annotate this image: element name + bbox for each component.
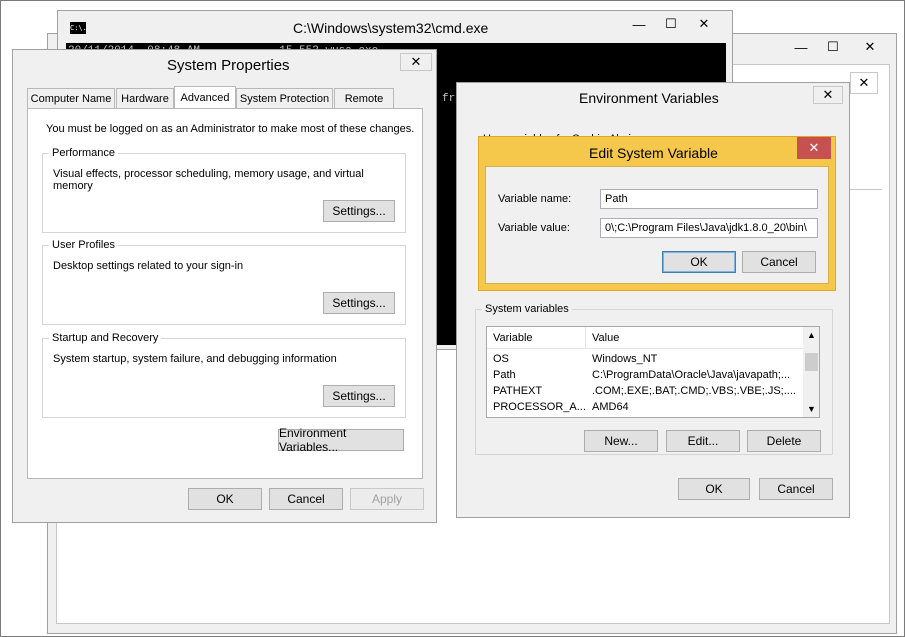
tab-system-protection[interactable]: System Protection — [236, 88, 333, 108]
row-variable: PATHEXT — [493, 385, 543, 397]
performance-settings-button[interactable]: Settings... — [323, 200, 395, 222]
cmd-minimize-icon[interactable]: — — [624, 15, 654, 33]
system-delete-button[interactable]: Delete — [747, 430, 821, 452]
environment-variables-button[interactable]: Environment Variables... — [278, 426, 404, 454]
user-profiles-description: Desktop settings related to your sign-in — [53, 260, 244, 272]
scroll-thumb[interactable] — [805, 353, 818, 371]
tab-hardware[interactable]: Hardware — [116, 88, 174, 108]
row-value: .COM;.EXE;.BAT;.CMD;.VBS;.VBE;.JS;.... — [592, 385, 796, 397]
system-new-button[interactable]: New... — [584, 430, 658, 452]
user-profiles-settings-button[interactable]: Settings... — [323, 292, 395, 314]
background-dialog-close-button[interactable]: ✕ — [850, 72, 878, 94]
background-minimize-icon[interactable]: — — [786, 38, 816, 56]
performance-label: Performance — [49, 146, 118, 160]
tab-remote[interactable]: Remote — [334, 88, 394, 108]
edit-system-variable-body: Variable name: Path Variable value: 0\;C… — [485, 166, 829, 284]
edit-system-variable-title: Edit System Variable — [589, 145, 718, 161]
system-properties-title: System Properties — [167, 57, 290, 74]
table-row[interactable]: PATHEXT .COM;.EXE;.BAT;.CMD;.VBS;.VBE;.J… — [487, 383, 803, 399]
scroll-up-icon[interactable]: ▲ — [803, 327, 819, 343]
environment-variables-cancel-button[interactable]: Cancel — [759, 478, 833, 500]
system-variables-list[interactable]: Variable Value OS Windows_NT Path C:\Pro… — [486, 326, 820, 418]
list-scrollbar[interactable]: ▲ ▼ — [803, 327, 819, 417]
background-close-icon[interactable]: ✕ — [850, 38, 890, 56]
system-edit-button[interactable]: Edit... — [666, 430, 740, 452]
row-variable: Path — [493, 369, 516, 381]
startup-recovery-description: System startup, system failure, and debu… — [53, 353, 337, 365]
advanced-tab-page: You must be logged on as an Administrato… — [27, 108, 423, 479]
background-maximize-icon[interactable]: ☐ — [818, 38, 848, 56]
edit-ok-button[interactable]: OK — [662, 251, 736, 273]
row-variable: OS — [493, 353, 509, 365]
scroll-down-icon[interactable]: ▼ — [803, 401, 819, 417]
startup-recovery-label: Startup and Recovery — [49, 331, 162, 345]
variable-value-field[interactable]: 0\;C:\Program Files\Java\jdk1.8.0_20\bin… — [600, 218, 818, 238]
environment-variables-ok-button[interactable]: OK — [678, 478, 750, 500]
table-row[interactable]: PROCESSOR_A... AMD64 — [487, 399, 803, 415]
column-header-variable[interactable]: Variable — [493, 332, 533, 344]
column-header-value[interactable]: Value — [592, 332, 619, 344]
cmd-icon: C:\. — [70, 22, 87, 34]
system-properties-close-icon[interactable]: ✕ — [400, 53, 432, 71]
edit-cancel-button[interactable]: Cancel — [742, 251, 816, 273]
cmd-close-icon[interactable]: ✕ — [682, 14, 726, 34]
system-properties-window: System Properties ✕ Computer Name Hardwa… — [12, 49, 437, 523]
cmd-title: C:\Windows\system32\cmd.exe — [293, 20, 489, 36]
table-row[interactable]: OS Windows_NT — [487, 351, 803, 367]
row-value: AMD64 — [592, 401, 629, 413]
tab-advanced[interactable]: Advanced — [174, 86, 236, 108]
tab-computer-name[interactable]: Computer Name — [27, 88, 115, 108]
row-value: C:\ProgramData\Oracle\Java\javapath;... — [592, 369, 791, 381]
column-divider — [585, 327, 586, 349]
admin-note: You must be logged on as an Administrato… — [46, 123, 415, 135]
performance-group: Performance Visual effects, processor sc… — [42, 146, 406, 233]
edit-system-variable-close-icon[interactable]: ✕ — [797, 137, 831, 159]
cmd-line-3: fr — [442, 93, 456, 105]
user-profiles-group: User Profiles Desktop settings related t… — [42, 238, 406, 325]
system-properties-cancel-button[interactable]: Cancel — [269, 488, 343, 510]
list-header: Variable Value — [487, 327, 803, 349]
row-value: Windows_NT — [592, 353, 658, 365]
environment-variables-title: Environment Variables — [579, 90, 719, 106]
row-variable: PROCESSOR_A... — [493, 401, 586, 413]
user-profiles-label: User Profiles — [49, 238, 118, 252]
system-properties-ok-button[interactable]: OK — [188, 488, 262, 510]
startup-recovery-settings-button[interactable]: Settings... — [323, 385, 395, 407]
system-variables-group: System variables Variable Value OS Windo… — [475, 302, 833, 455]
environment-variables-close-icon[interactable]: ✕ — [813, 86, 843, 104]
performance-description: Visual effects, processor scheduling, me… — [53, 168, 364, 192]
tab-strip: Computer Name Hardware Advanced System P… — [27, 86, 427, 108]
table-row[interactable]: Path C:\ProgramData\Oracle\Java\javapath… — [487, 367, 803, 383]
startup-recovery-group: Startup and Recovery System startup, sys… — [42, 331, 406, 418]
system-variables-label: System variables — [482, 302, 572, 316]
variable-name-label: Variable name: — [498, 193, 572, 205]
variable-value-label: Variable value: — [498, 222, 570, 234]
edit-system-variable-dialog: Edit System Variable ✕ Variable name: Pa… — [478, 136, 836, 291]
variable-name-field[interactable]: Path — [600, 189, 818, 209]
system-properties-apply-button: Apply — [350, 488, 424, 510]
